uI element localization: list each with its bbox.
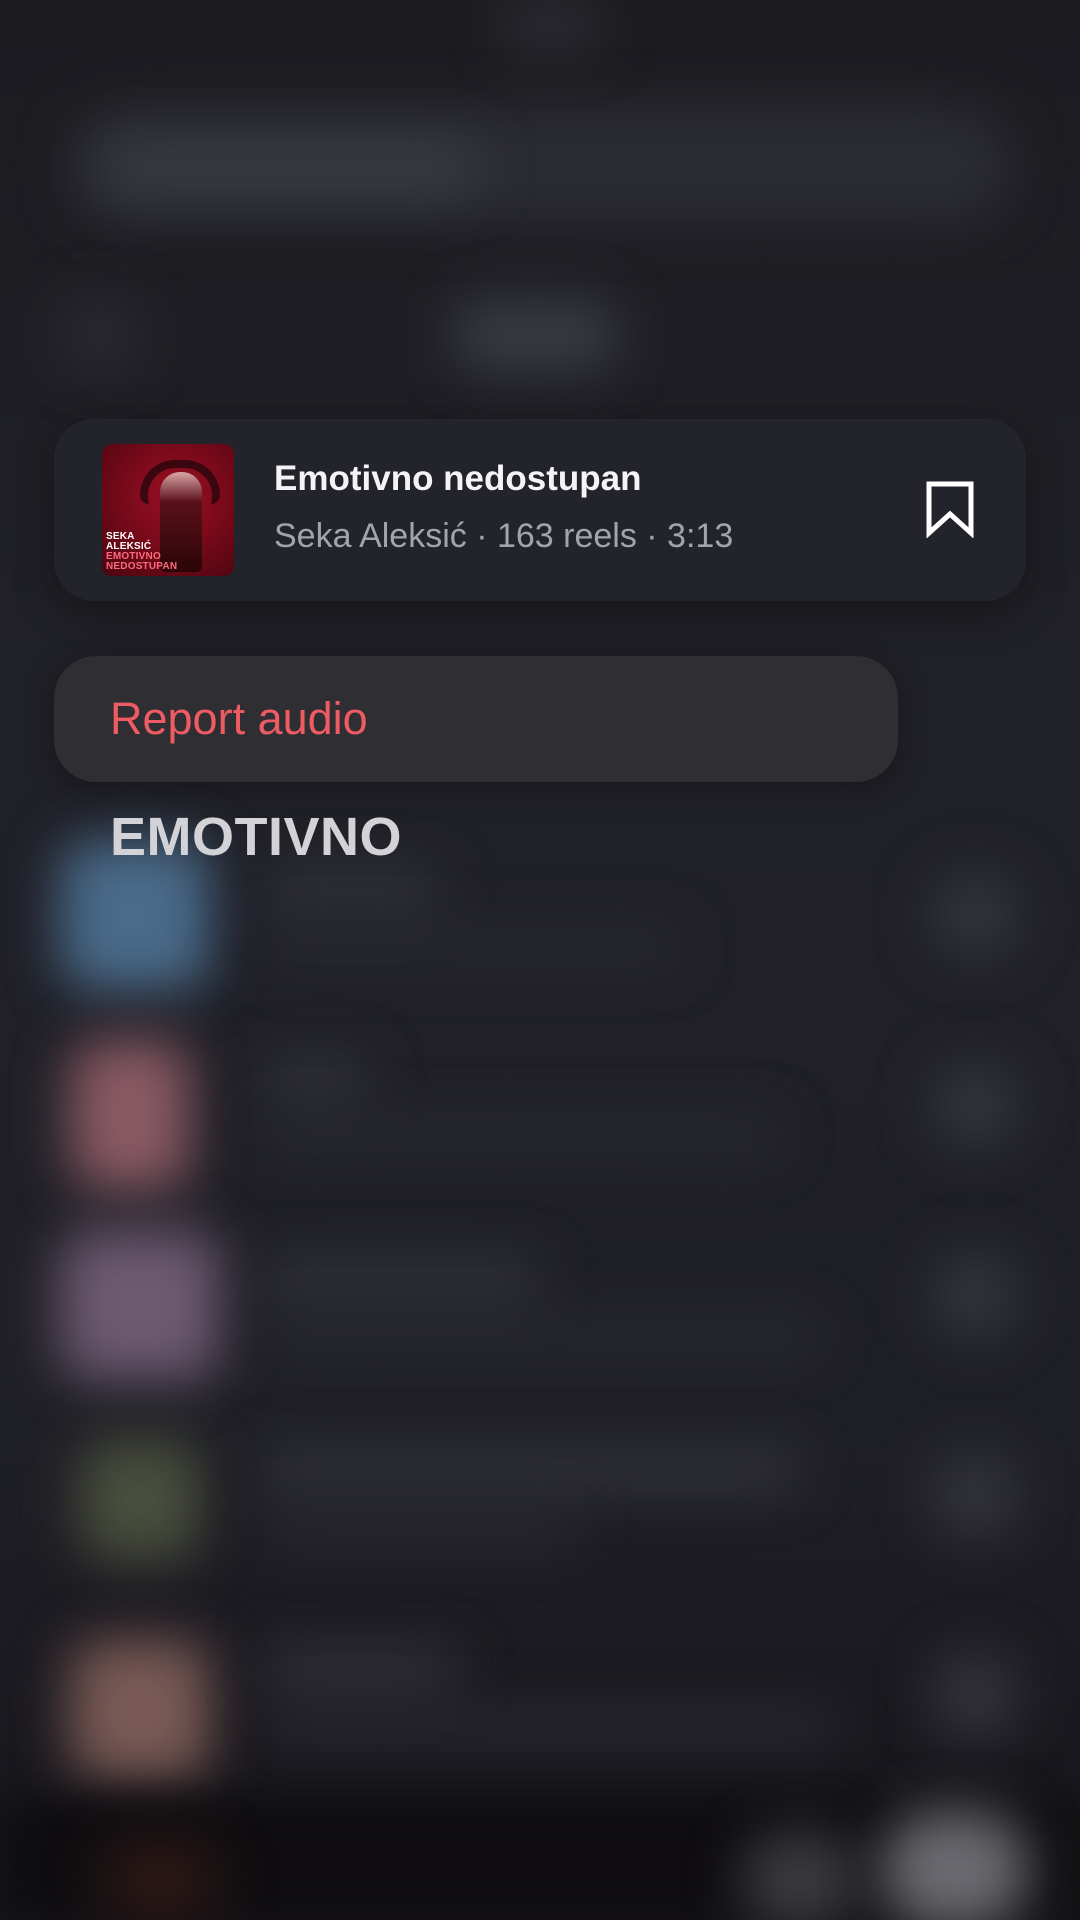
section-heading: EMOTIVNO [110,807,403,867]
blurred-row-subtext [260,930,680,962]
blurred-bottom-thumb [100,1840,220,1920]
blurred-row-thumbnail [70,1640,210,1780]
blurred-row-button [930,870,1020,960]
blurred-back-button [60,300,140,370]
audio-title: Emotivno nedostupan [274,459,642,498]
audio-card: SEKA ALEKSIĆ EMOTIVNO NEDOSTUPAN Emotivn… [54,419,1026,601]
blurred-row-subtext [260,1710,840,1742]
report-audio-menu-item[interactable]: Report audio [54,656,898,782]
save-audio-button[interactable] [914,473,986,545]
blurred-row-subtext [260,1320,820,1352]
blurred-row-button [930,1650,1020,1740]
blurred-row-text [260,1650,460,1690]
blurred-row-text [260,1060,370,1100]
blurred-row-subtext [260,1510,580,1542]
report-audio-label: Report audio [110,693,368,744]
blurred-row-text [260,1260,540,1300]
blurred-row-button [930,1060,1020,1150]
blurred-row-button [930,1450,1020,1540]
blurred-status-area [500,0,600,50]
album-art-figure [160,472,202,572]
album-art: SEKA ALEKSIĆ EMOTIVNO NEDOSTUPAN [102,444,234,576]
blurred-background [0,0,1080,1920]
blurred-header-title [450,300,620,370]
blurred-row-button [930,1250,1020,1340]
blurred-bottom-button [740,1830,860,1920]
blurred-row-text [260,1450,800,1490]
blurred-row-text [260,870,440,910]
blurred-row-thumbnail [80,1440,200,1560]
bookmark-icon [926,481,974,538]
blurred-row-thumbnail [70,1040,190,1190]
audio-meta: Seka Aleksić · 163 reels · 3:13 [274,517,734,555]
audio-page-screen: SEKA ALEKSIĆ EMOTIVNO NEDOSTUPAN Emotivn… [0,0,1080,1920]
blurred-bottom-button [880,1810,1030,1920]
album-art-text: NEDOSTUPAN [106,561,178,572]
blurred-row-thumbnail [60,1230,220,1380]
blurred-search-text [100,140,480,195]
blurred-row-subtext [260,1120,780,1152]
